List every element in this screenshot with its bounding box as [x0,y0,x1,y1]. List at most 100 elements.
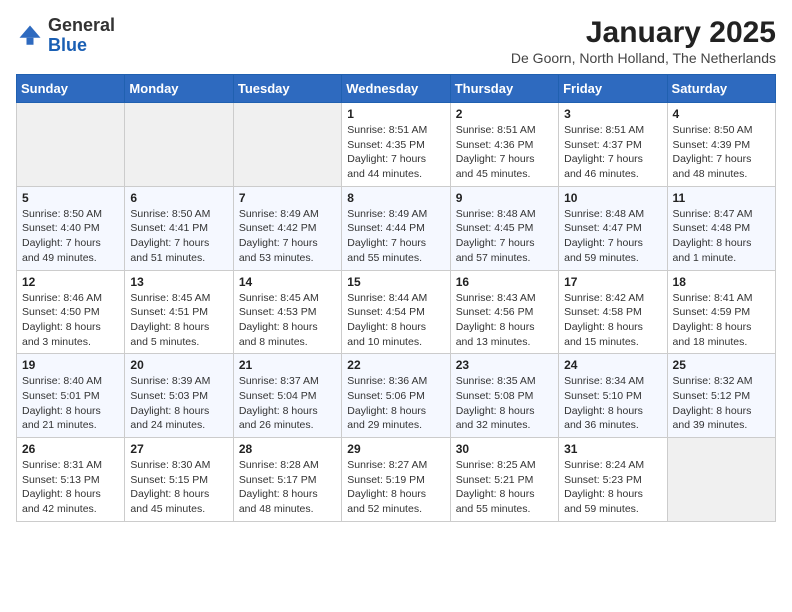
day-info: Sunrise: 8:46 AM Sunset: 4:50 PM Dayligh… [22,291,119,350]
weekday-header: Monday [125,75,233,103]
calendar-cell: 25 Sunrise: 8:32 AM Sunset: 5:12 PM Dayli… [667,354,775,438]
calendar-cell: 9 Sunrise: 8:48 AM Sunset: 4:45 PM Daylig… [450,186,558,270]
day-info: Sunrise: 8:40 AM Sunset: 5:01 PM Dayligh… [22,374,119,433]
day-number: 5 [22,191,119,205]
day-info: Sunrise: 8:37 AM Sunset: 5:04 PM Dayligh… [239,374,336,433]
calendar-cell: 21 Sunrise: 8:37 AM Sunset: 5:04 PM Dayli… [233,354,341,438]
calendar-cell: 12 Sunrise: 8:46 AM Sunset: 4:50 PM Dayli… [17,270,125,354]
weekday-header: Saturday [667,75,775,103]
calendar-cell: 1 Sunrise: 8:51 AM Sunset: 4:35 PM Daylig… [342,103,450,187]
weekday-header: Sunday [17,75,125,103]
calendar-week-row: 12 Sunrise: 8:46 AM Sunset: 4:50 PM Dayli… [17,270,776,354]
day-info: Sunrise: 8:41 AM Sunset: 4:59 PM Dayligh… [673,291,770,350]
weekday-header: Friday [559,75,667,103]
day-number: 10 [564,191,661,205]
day-info: Sunrise: 8:50 AM Sunset: 4:40 PM Dayligh… [22,207,119,266]
day-info: Sunrise: 8:39 AM Sunset: 5:03 PM Dayligh… [130,374,227,433]
day-number: 6 [130,191,227,205]
calendar-cell: 5 Sunrise: 8:50 AM Sunset: 4:40 PM Daylig… [17,186,125,270]
day-number: 21 [239,358,336,372]
day-number: 2 [456,107,553,121]
page-header: General Blue January 2025 De Goorn, Nort… [16,16,776,66]
calendar-cell [667,438,775,522]
calendar-cell: 6 Sunrise: 8:50 AM Sunset: 4:41 PM Daylig… [125,186,233,270]
day-info: Sunrise: 8:47 AM Sunset: 4:48 PM Dayligh… [673,207,770,266]
calendar-week-row: 26Sunrise: 8:31 AM Sunset: 5:13 PM Dayli… [17,438,776,522]
calendar-cell: 17Sunrise: 8:42 AM Sunset: 4:58 PM Dayli… [559,270,667,354]
day-number: 12 [22,275,119,289]
day-info: Sunrise: 8:51 AM Sunset: 4:37 PM Dayligh… [564,123,661,182]
day-number: 29 [347,442,444,456]
day-number: 24 [564,358,661,372]
logo: General Blue [16,16,115,56]
day-info: Sunrise: 8:51 AM Sunset: 4:36 PM Dayligh… [456,123,553,182]
day-number: 19 [22,358,119,372]
calendar-table: SundayMondayTuesdayWednesdayThursdayFrid… [16,74,776,522]
day-info: Sunrise: 8:49 AM Sunset: 4:44 PM Dayligh… [347,207,444,266]
calendar-cell: 18Sunrise: 8:41 AM Sunset: 4:59 PM Dayli… [667,270,775,354]
day-number: 31 [564,442,661,456]
day-number: 13 [130,275,227,289]
calendar-cell: 3 Sunrise: 8:51 AM Sunset: 4:37 PM Daylig… [559,103,667,187]
calendar-cell: 23 Sunrise: 8:35 AM Sunset: 5:08 PM Dayli… [450,354,558,438]
day-number: 15 [347,275,444,289]
calendar-cell: 8 Sunrise: 8:49 AM Sunset: 4:44 PM Daylig… [342,186,450,270]
calendar-cell: 15 Sunrise: 8:44 AM Sunset: 4:54 PM Dayli… [342,270,450,354]
day-number: 11 [673,191,770,205]
day-number: 25 [673,358,770,372]
logo-text: General Blue [48,16,115,56]
day-number: 16 [456,275,553,289]
calendar-cell: 11 Sunrise: 8:47 AM Sunset: 4:48 PM Dayli… [667,186,775,270]
day-info: Sunrise: 8:32 AM Sunset: 5:12 PM Dayligh… [673,374,770,433]
day-info: Sunrise: 8:49 AM Sunset: 4:42 PM Dayligh… [239,207,336,266]
day-number: 8 [347,191,444,205]
calendar-cell [125,103,233,187]
page-subtitle: De Goorn, North Holland, The Netherlands [511,50,776,66]
calendar-cell: 28 Sunrise: 8:28 AM Sunset: 5:17 PM Dayli… [233,438,341,522]
day-number: 14 [239,275,336,289]
calendar-cell: 7 Sunrise: 8:49 AM Sunset: 4:42 PM Daylig… [233,186,341,270]
day-number: 4 [673,107,770,121]
calendar-week-row: 5 Sunrise: 8:50 AM Sunset: 4:40 PM Daylig… [17,186,776,270]
day-info: Sunrise: 8:28 AM Sunset: 5:17 PM Dayligh… [239,458,336,517]
day-info: Sunrise: 8:36 AM Sunset: 5:06 PM Dayligh… [347,374,444,433]
day-number: 7 [239,191,336,205]
day-info: Sunrise: 8:34 AM Sunset: 5:10 PM Dayligh… [564,374,661,433]
day-number: 1 [347,107,444,121]
day-number: 28 [239,442,336,456]
day-info: Sunrise: 8:25 AM Sunset: 5:21 PM Dayligh… [456,458,553,517]
calendar-cell: 30Sunrise: 8:25 AM Sunset: 5:21 PM Dayli… [450,438,558,522]
day-number: 22 [347,358,444,372]
calendar-cell: 29 Sunrise: 8:27 AM Sunset: 5:19 PM Dayli… [342,438,450,522]
day-info: Sunrise: 8:24 AM Sunset: 5:23 PM Dayligh… [564,458,661,517]
day-info: Sunrise: 8:45 AM Sunset: 4:53 PM Dayligh… [239,291,336,350]
day-number: 9 [456,191,553,205]
day-info: Sunrise: 8:50 AM Sunset: 4:41 PM Dayligh… [130,207,227,266]
calendar-cell: 22 Sunrise: 8:36 AM Sunset: 5:06 PM Dayli… [342,354,450,438]
calendar-cell: 10 Sunrise: 8:48 AM Sunset: 4:47 PM Dayli… [559,186,667,270]
day-info: Sunrise: 8:35 AM Sunset: 5:08 PM Dayligh… [456,374,553,433]
day-number: 23 [456,358,553,372]
calendar-cell: 4 Sunrise: 8:50 AM Sunset: 4:39 PM Daylig… [667,103,775,187]
calendar-cell: 31 Sunrise: 8:24 AM Sunset: 5:23 PM Dayli… [559,438,667,522]
calendar-cell: 16 Sunrise: 8:43 AM Sunset: 4:56 PM Dayli… [450,270,558,354]
day-info: Sunrise: 8:48 AM Sunset: 4:45 PM Dayligh… [456,207,553,266]
weekday-header: Thursday [450,75,558,103]
day-info: Sunrise: 8:50 AM Sunset: 4:39 PM Dayligh… [673,123,770,182]
day-info: Sunrise: 8:44 AM Sunset: 4:54 PM Dayligh… [347,291,444,350]
day-number: 3 [564,107,661,121]
day-info: Sunrise: 8:51 AM Sunset: 4:35 PM Dayligh… [347,123,444,182]
calendar-cell [17,103,125,187]
day-info: Sunrise: 8:43 AM Sunset: 4:56 PM Dayligh… [456,291,553,350]
weekday-header: Tuesday [233,75,341,103]
calendar-cell: 24 Sunrise: 8:34 AM Sunset: 5:10 PM Dayli… [559,354,667,438]
day-number: 27 [130,442,227,456]
day-number: 26 [22,442,119,456]
logo-general: General [48,15,115,35]
day-info: Sunrise: 8:45 AM Sunset: 4:51 PM Dayligh… [130,291,227,350]
page-title: January 2025 [511,16,776,50]
day-info: Sunrise: 8:27 AM Sunset: 5:19 PM Dayligh… [347,458,444,517]
day-info: Sunrise: 8:48 AM Sunset: 4:47 PM Dayligh… [564,207,661,266]
calendar-cell: 2 Sunrise: 8:51 AM Sunset: 4:36 PM Daylig… [450,103,558,187]
day-number: 17 [564,275,661,289]
